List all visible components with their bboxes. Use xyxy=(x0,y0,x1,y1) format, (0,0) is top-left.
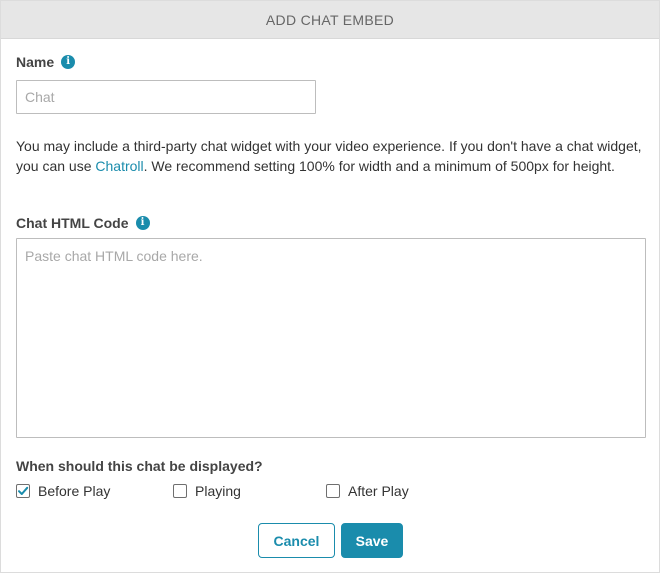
chat-description: You may include a third-party chat widge… xyxy=(16,137,646,176)
before-play-option[interactable]: Before Play xyxy=(16,483,110,499)
after-play-label: After Play xyxy=(348,483,409,499)
name-label-row: Name i xyxy=(16,54,76,70)
before-play-checkbox[interactable] xyxy=(16,484,30,498)
chatroll-link[interactable]: Chatroll xyxy=(95,158,143,174)
cancel-button[interactable]: Cancel xyxy=(258,523,335,558)
display-timing-options: Before Play Playing After Play xyxy=(16,483,646,503)
chat-html-code-textarea[interactable] xyxy=(16,238,646,438)
after-play-option[interactable]: After Play xyxy=(326,483,409,499)
name-input[interactable] xyxy=(16,80,316,114)
save-button[interactable]: Save xyxy=(341,523,403,558)
add-chat-embed-dialog: ADD CHAT EMBED Name i You may include a … xyxy=(0,0,660,573)
info-icon[interactable]: i xyxy=(135,216,150,230)
info-icon[interactable]: i xyxy=(61,55,76,69)
before-play-label: Before Play xyxy=(38,483,111,499)
dialog-title: ADD CHAT EMBED xyxy=(1,1,659,39)
display-timing-label: When should this chat be displayed? xyxy=(16,458,263,474)
chat-html-code-label: Chat HTML Code xyxy=(16,215,129,231)
playing-label: Playing xyxy=(195,483,241,499)
description-text-end: . We recommend setting 100% for width an… xyxy=(143,157,615,174)
code-label-row: Chat HTML Code i xyxy=(16,215,150,231)
playing-option[interactable]: Playing xyxy=(173,483,241,499)
checkmark-icon xyxy=(18,486,29,495)
name-label: Name xyxy=(16,54,55,70)
after-play-checkbox[interactable] xyxy=(326,484,340,498)
playing-checkbox[interactable] xyxy=(173,484,187,498)
